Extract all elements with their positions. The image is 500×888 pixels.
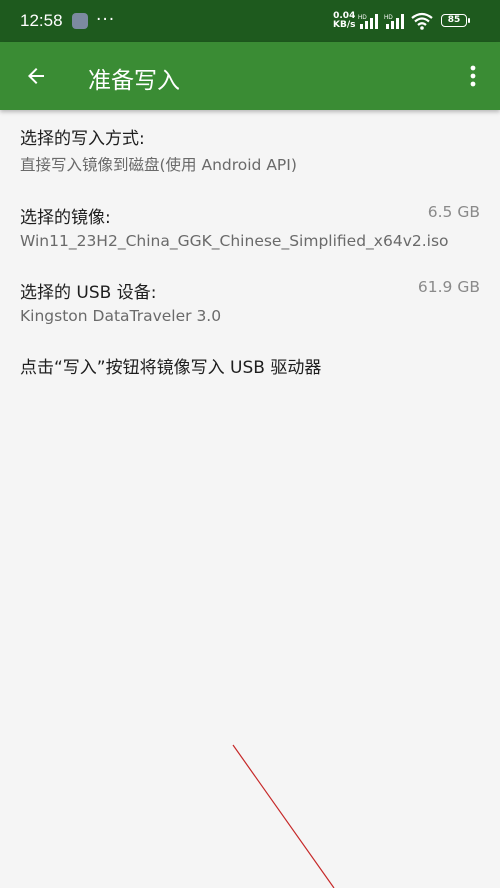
pen-stroke-line bbox=[232, 744, 335, 888]
